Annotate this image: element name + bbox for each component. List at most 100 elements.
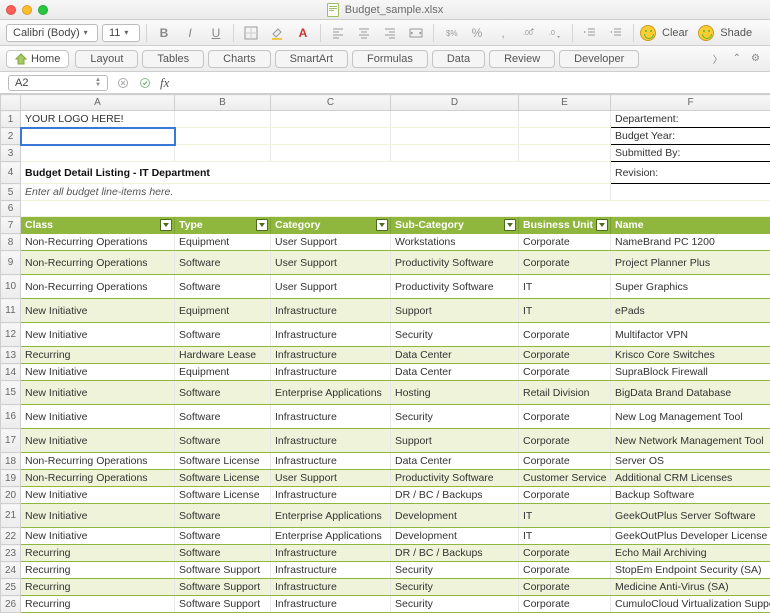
cell[interactable]: Corporate — [519, 487, 611, 504]
cell[interactable]: User Support — [271, 275, 391, 299]
cell[interactable]: DR / BC / Backups — [391, 545, 519, 562]
cell[interactable]: Software — [175, 528, 271, 545]
cell[interactable] — [611, 184, 770, 201]
row-header[interactable]: 23 — [1, 545, 21, 562]
cell[interactable]: Non-Recurring Operations — [21, 251, 175, 275]
row-header[interactable]: 18 — [1, 453, 21, 470]
row-header[interactable]: 12 — [1, 323, 21, 347]
cell[interactable]: New Initiative — [21, 323, 175, 347]
cell[interactable]: Support — [391, 299, 519, 323]
row-header[interactable]: 7 — [1, 217, 21, 234]
cell[interactable]: Recurring — [21, 545, 175, 562]
cell[interactable]: Multifactor VPN — [611, 323, 770, 347]
cell[interactable]: Infrastructure — [271, 323, 391, 347]
cell[interactable] — [391, 111, 519, 128]
cell[interactable] — [21, 201, 770, 217]
cell[interactable]: Productivity Software — [391, 470, 519, 487]
cell[interactable]: Enterprise Applications — [271, 528, 391, 545]
font-family-combo[interactable]: Calibri (Body)▾ — [6, 24, 98, 42]
cell[interactable]: Security — [391, 579, 519, 596]
cell[interactable]: Infrastructure — [271, 562, 391, 579]
table-header-cell[interactable]: Category — [271, 217, 391, 234]
ribbon-tab[interactable]: Layout — [75, 50, 138, 68]
cell[interactable]: Recurring — [21, 596, 175, 613]
cell[interactable]: IT — [519, 275, 611, 299]
cell[interactable]: New Initiative — [21, 504, 175, 528]
cell[interactable]: Data Center — [391, 347, 519, 364]
cell[interactable]: Software — [175, 381, 271, 405]
cell[interactable]: SupraBlock Firewall — [611, 364, 770, 381]
cell[interactable]: Infrastructure — [271, 487, 391, 504]
cell[interactable]: Customer Service — [519, 470, 611, 487]
filter-button[interactable] — [596, 219, 608, 231]
cell[interactable]: Corporate — [519, 545, 611, 562]
row-header[interactable]: 14 — [1, 364, 21, 381]
cell[interactable]: Retail Division — [519, 381, 611, 405]
row-header[interactable]: 8 — [1, 234, 21, 251]
cell[interactable]: Revision: — [611, 162, 770, 184]
cell[interactable]: Hardware Lease — [175, 347, 271, 364]
cell[interactable]: Corporate — [519, 453, 611, 470]
cell[interactable]: Additional CRM Licenses — [611, 470, 770, 487]
cell[interactable]: Corporate — [519, 364, 611, 381]
merge-cells-button[interactable] — [405, 23, 427, 43]
cell[interactable]: New Initiative — [21, 487, 175, 504]
cell[interactable]: Infrastructure — [271, 545, 391, 562]
ribbon-collapse-button[interactable]: ⌃ — [729, 53, 745, 64]
cell[interactable]: Corporate — [519, 562, 611, 579]
cell[interactable]: Backup Software — [611, 487, 770, 504]
cell[interactable]: Software — [175, 429, 271, 453]
cell[interactable]: New Initiative — [21, 364, 175, 381]
comma-style-button[interactable]: , — [492, 23, 514, 43]
cell[interactable]: Submitted By: — [611, 145, 770, 162]
cell[interactable] — [271, 128, 391, 145]
cell[interactable]: Infrastructure — [271, 405, 391, 429]
cell[interactable]: Non-Recurring Operations — [21, 234, 175, 251]
cell[interactable]: Echo Mail Archiving — [611, 545, 770, 562]
cell[interactable]: Recurring — [21, 562, 175, 579]
cell[interactable]: Corporate — [519, 596, 611, 613]
cell[interactable]: Medicine Anti-Virus (SA) — [611, 579, 770, 596]
row-header[interactable]: 10 — [1, 275, 21, 299]
cell[interactable]: Software — [175, 323, 271, 347]
cell[interactable] — [271, 111, 391, 128]
ribbon-settings-button[interactable]: ⚙ — [747, 53, 764, 64]
cell[interactable]: Infrastructure — [271, 429, 391, 453]
row-header[interactable]: 2 — [1, 128, 21, 145]
cell[interactable]: Corporate — [519, 251, 611, 275]
align-left-button[interactable] — [327, 23, 349, 43]
cell-reference-box[interactable]: A2 ▲▼ — [8, 75, 108, 91]
cell[interactable]: IT — [519, 299, 611, 323]
row-header[interactable]: 6 — [1, 201, 21, 217]
cell[interactable] — [519, 128, 611, 145]
cell[interactable]: User Support — [271, 234, 391, 251]
cell[interactable]: Infrastructure — [271, 347, 391, 364]
cell[interactable]: Corporate — [519, 429, 611, 453]
title-cell[interactable]: Budget Detail Listing - IT Department — [21, 162, 611, 184]
cell[interactable] — [271, 145, 391, 162]
cell[interactable]: Support — [391, 429, 519, 453]
align-center-button[interactable] — [353, 23, 375, 43]
align-right-button[interactable] — [379, 23, 401, 43]
row-header[interactable]: 20 — [1, 487, 21, 504]
cell[interactable] — [21, 145, 175, 162]
cell[interactable]: New Initiative — [21, 299, 175, 323]
cell[interactable]: Recurring — [21, 579, 175, 596]
table-header-cell[interactable]: Type — [175, 217, 271, 234]
row-header[interactable]: 15 — [1, 381, 21, 405]
decrease-indent-button[interactable] — [605, 23, 627, 43]
cell[interactable]: Budget Year: — [611, 128, 770, 145]
cell[interactable]: Non-Recurring Operations — [21, 453, 175, 470]
cell[interactable]: Software — [175, 405, 271, 429]
font-size-combo[interactable]: 11▾ — [102, 24, 140, 42]
cell[interactable]: NameBrand PC 1200 — [611, 234, 770, 251]
column-header[interactable]: A — [21, 95, 175, 111]
filter-button[interactable] — [256, 219, 268, 231]
cell[interactable]: Krisco Core Switches — [611, 347, 770, 364]
cell[interactable]: Equipment — [175, 234, 271, 251]
cell[interactable] — [175, 128, 271, 145]
cell[interactable] — [175, 145, 271, 162]
ribbon-tab[interactable]: Developer — [559, 50, 639, 68]
cell[interactable]: Server OS — [611, 453, 770, 470]
cell[interactable]: New Network Management Tool — [611, 429, 770, 453]
